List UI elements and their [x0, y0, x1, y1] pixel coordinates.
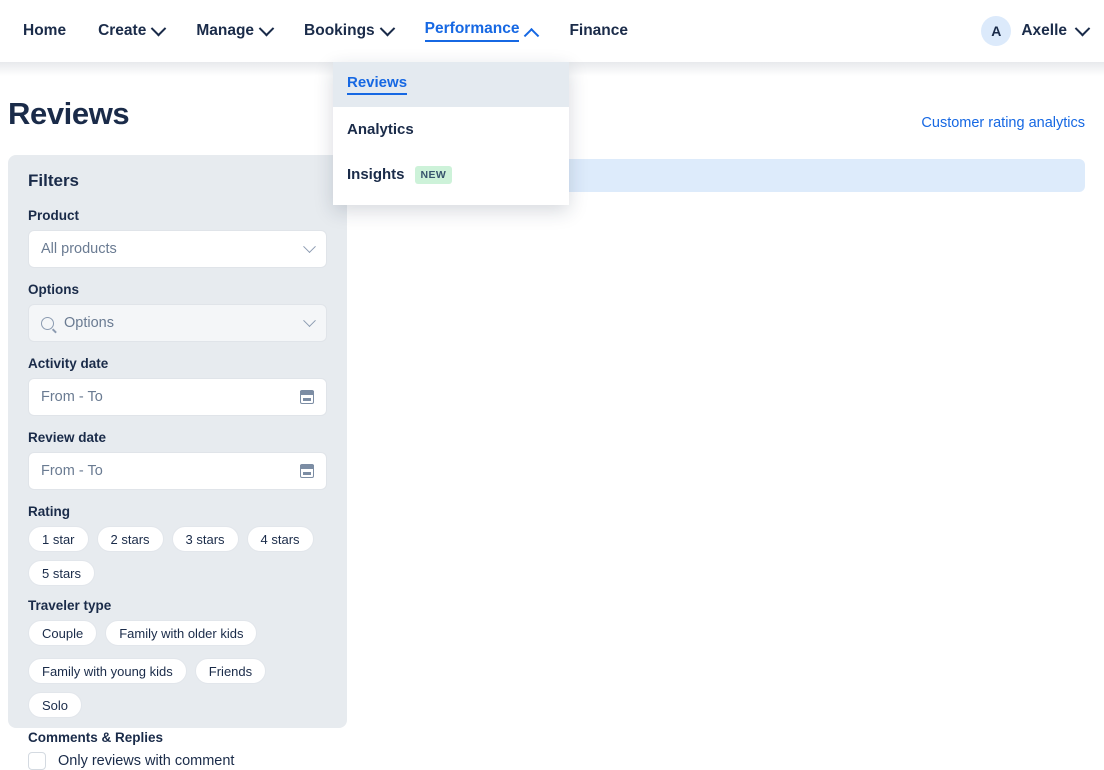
page-title: Reviews [8, 96, 129, 132]
rating-chip-3-stars[interactable]: 3 stars [172, 526, 239, 552]
nav-item-bookings[interactable]: Bookings [288, 11, 409, 51]
calendar-icon [300, 464, 314, 478]
dropdown-item-insights[interactable]: Insights NEW [333, 152, 569, 197]
product-select[interactable]: All products [28, 230, 327, 268]
nav-item-list: Home Create Manage Bookings Performance … [0, 11, 644, 51]
filters-panel: Filters Product All products Options Opt… [8, 155, 347, 728]
traveler-chip-family-young-kids[interactable]: Family with young kids [28, 658, 187, 684]
nav-item-label: Manage [196, 22, 254, 40]
search-icon [41, 317, 54, 330]
traveler-chip-couple[interactable]: Couple [28, 620, 97, 646]
dropdown-item-label: Reviews [347, 74, 407, 95]
chevron-down-icon [151, 20, 167, 36]
traveler-chip-friends[interactable]: Friends [195, 658, 266, 684]
top-navigation-bar: Home Create Manage Bookings Performance … [0, 0, 1104, 62]
traveler-type-field-label: Traveler type [28, 598, 327, 613]
avatar: A [981, 16, 1011, 46]
nav-item-label: Bookings [304, 22, 375, 40]
chevron-down-icon [379, 20, 395, 36]
rating-chip-group: 1 star 2 stars 3 stars 4 stars 5 stars [28, 526, 327, 586]
review-date-placeholder: From - To [41, 463, 300, 479]
review-date-input[interactable]: From - To [28, 452, 327, 490]
only-reviews-with-comment-label: Only reviews with comment [58, 753, 234, 769]
chevron-down-icon [303, 240, 316, 253]
traveler-chip-solo[interactable]: Solo [28, 692, 82, 718]
dropdown-item-label: Analytics [347, 121, 414, 138]
rating-chip-1-star[interactable]: 1 star [28, 526, 89, 552]
options-select-placeholder: Options [64, 315, 305, 331]
status-badge-new: NEW [415, 166, 453, 184]
nav-item-home[interactable]: Home [7, 11, 82, 51]
review-date-field-label: Review date [28, 430, 327, 445]
nav-item-create[interactable]: Create [82, 11, 180, 51]
product-field-label: Product [28, 208, 327, 223]
options-field-label: Options [28, 282, 327, 297]
only-reviews-with-comment-row[interactable]: Only reviews with comment [28, 752, 327, 770]
chevron-down-icon [259, 20, 275, 36]
activity-date-placeholder: From - To [41, 389, 300, 405]
customer-rating-analytics-link[interactable]: Customer rating analytics [921, 115, 1085, 131]
rating-chip-5-stars[interactable]: 5 stars [28, 560, 95, 586]
chevron-down-icon [1075, 20, 1091, 36]
calendar-icon [300, 390, 314, 404]
rating-field-label: Rating [28, 504, 327, 519]
rating-chip-4-stars[interactable]: 4 stars [247, 526, 314, 552]
nav-item-finance[interactable]: Finance [553, 11, 644, 51]
only-reviews-with-comment-checkbox[interactable] [28, 752, 46, 770]
nav-item-manage[interactable]: Manage [180, 11, 288, 51]
performance-dropdown-menu: Reviews Analytics Insights NEW [333, 62, 569, 205]
options-select[interactable]: Options [28, 304, 327, 342]
filters-panel-title: Filters [28, 171, 327, 191]
product-select-value: All products [41, 241, 305, 257]
rating-chip-2-stars[interactable]: 2 stars [97, 526, 164, 552]
traveler-type-chip-group-row2: Family with young kids Friends Solo [28, 658, 327, 718]
traveler-chip-family-older-kids[interactable]: Family with older kids [105, 620, 257, 646]
nav-item-label: Performance [425, 20, 520, 42]
activity-date-input[interactable]: From - To [28, 378, 327, 416]
dropdown-item-label: Insights [347, 166, 405, 183]
nav-item-label: Create [98, 22, 146, 40]
activity-date-field-label: Activity date [28, 356, 327, 371]
comments-replies-field-label: Comments & Replies [28, 730, 327, 745]
dropdown-item-reviews[interactable]: Reviews [333, 62, 569, 107]
user-name-label: Axelle [1021, 22, 1067, 40]
chevron-up-icon [524, 27, 540, 43]
chevron-down-icon [303, 314, 316, 327]
nav-item-label: Finance [569, 22, 628, 40]
nav-item-label: Home [23, 22, 66, 40]
nav-item-performance[interactable]: Performance [409, 11, 554, 51]
user-menu[interactable]: A Axelle [981, 0, 1088, 62]
dropdown-item-analytics[interactable]: Analytics [333, 107, 569, 152]
traveler-type-chip-group-row1: Couple Family with older kids [28, 620, 327, 646]
